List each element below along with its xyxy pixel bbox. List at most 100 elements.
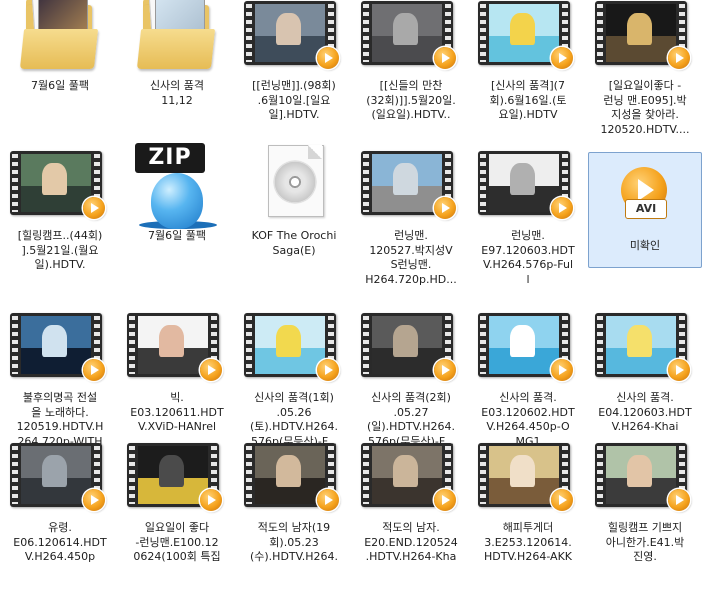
file-item[interactable]: 적도의 남자. E20.END.120524 .HDTV.H264-Kha xyxy=(354,432,468,592)
play-badge-icon xyxy=(434,489,456,511)
thumbnail-image xyxy=(255,4,325,62)
file-item[interactable]: [일요일이좋다 - 런닝 맨.E095].박 지성을 찾아라. 120520.H… xyxy=(588,0,702,150)
thumbnail-image xyxy=(489,316,559,374)
film-perforation xyxy=(12,316,18,374)
thumbnail-figure xyxy=(510,324,535,357)
file-item[interactable]: [신사의 품격](7 회).6월16일.(토 요일).HDTV xyxy=(471,0,585,150)
thumbnail-image xyxy=(606,446,676,504)
film-perforation xyxy=(363,316,369,374)
file-item[interactable]: AVI 미확인 xyxy=(588,152,702,268)
thumbnail-image xyxy=(21,316,91,374)
play-badge-icon xyxy=(668,47,690,69)
thumbnail-image xyxy=(372,154,442,212)
file-item[interactable]: [힐링캠프..(44회) ].5월21일.(월요 일).HDTV. xyxy=(3,140,117,300)
file-name: [힐링캠프..(44회) ].5월21일.(월요 일).HDTV. xyxy=(17,229,103,271)
file-name: 빅. E03.120611.HDT V.XViD-HANrel xyxy=(130,391,224,433)
file-item[interactable]: 일요일이 좋다 -런닝맨.E100.12 0624(100회 특집 xyxy=(120,432,234,592)
film-perforation xyxy=(363,154,369,212)
video-file-icon xyxy=(472,0,586,81)
thumbnail-figure xyxy=(42,162,67,195)
video-file-icon xyxy=(238,0,352,81)
file-item[interactable]: 해피투게더 3.E253.120614. HDTV.H264-AKK xyxy=(471,432,585,592)
file-item[interactable]: KOF The Orochi Saga(E) xyxy=(237,140,351,300)
video-file-icon xyxy=(589,0,703,81)
thumbnail-image xyxy=(606,4,676,62)
thumbnail-figure xyxy=(627,324,652,357)
file-item[interactable]: 런닝맨. 120527.박지성V S런닝맨. H264.720p.HD... xyxy=(354,140,468,300)
folder-front xyxy=(19,29,99,69)
thumbnail-image xyxy=(489,4,559,62)
play-badge-icon xyxy=(317,489,339,511)
zip-sign: ZIP xyxy=(135,143,205,173)
file-name: 런닝맨. E97.120603.HDT V.H264.576p-Ful l xyxy=(481,229,575,286)
thumbnail-figure xyxy=(276,12,301,45)
film-perforation xyxy=(129,446,135,504)
thumbnail-figure xyxy=(627,12,652,45)
file-name: [[런닝맨]].(98회) .6월10일.[일요 일].HDTV. xyxy=(252,79,336,121)
play-badge-icon xyxy=(434,47,456,69)
file-item[interactable]: ZIP 7월6일 풀팩 xyxy=(120,140,234,300)
avi-file-icon: AVI xyxy=(589,145,703,235)
thumbnail-image xyxy=(372,4,442,62)
file-name: 해피투게더 3.E253.120614. HDTV.H264-AKK xyxy=(483,521,572,563)
video-file-icon xyxy=(121,303,235,393)
film-perforation xyxy=(480,154,486,212)
film-perforation xyxy=(12,154,18,212)
folder-icon xyxy=(121,0,235,81)
video-file-icon xyxy=(589,303,703,393)
thumbnail-figure xyxy=(393,324,418,357)
file-item[interactable]: [[런닝맨]].(98회) .6월10일.[일요 일].HDTV. xyxy=(237,0,351,150)
file-name: [[신들의 만찬 (32회)]].5월20일. (일요일).HDTV.. xyxy=(366,79,456,121)
film-perforation xyxy=(12,446,18,504)
document-fold xyxy=(308,145,322,159)
thumbnail-image xyxy=(138,316,208,374)
play-badge-icon xyxy=(83,197,105,219)
thumbnail-figure xyxy=(42,324,67,357)
thumbnail-figure xyxy=(159,454,184,487)
thumbnail-figure xyxy=(510,162,535,195)
thumbnail-image xyxy=(489,446,559,504)
thumbnail-figure xyxy=(510,454,535,487)
play-badge-icon xyxy=(317,47,339,69)
play-badge-icon xyxy=(200,359,222,381)
file-name: 7월6일 풀팩 xyxy=(148,229,206,242)
file-item[interactable]: 힐링캠프 기쁘지 아니한가.E41.박 진영. xyxy=(588,432,702,592)
file-item[interactable]: 유령. E06.120614.HDT V.H264.450p xyxy=(3,432,117,592)
file-name: [신사의 품격](7 회).6월16일.(토 요일).HDTV xyxy=(489,79,567,121)
file-name: 7월6일 풀팩 xyxy=(31,79,89,92)
video-file-icon xyxy=(121,433,235,523)
file-item[interactable]: [[신들의 만찬 (32회)]].5월20일. (일요일).HDTV.. xyxy=(354,0,468,150)
thumbnail-image xyxy=(255,446,325,504)
file-item[interactable]: 런닝맨. E97.120603.HDT V.H264.576p-Ful l xyxy=(471,140,585,300)
film-perforation xyxy=(480,316,486,374)
thumbnail-image xyxy=(21,154,91,212)
thumbnail-figure xyxy=(393,162,418,195)
video-file-icon xyxy=(238,433,352,523)
thumbnail-image xyxy=(489,154,559,212)
thumbnail-image xyxy=(255,316,325,374)
video-file-icon xyxy=(472,303,586,393)
thumbnail-figure xyxy=(276,324,301,357)
thumbnail-figure xyxy=(159,324,184,357)
play-badge-icon xyxy=(668,359,690,381)
thumbnail-image xyxy=(21,446,91,504)
film-perforation xyxy=(597,446,603,504)
video-file-icon xyxy=(4,433,118,523)
file-item[interactable]: 7월6일 풀팩 xyxy=(3,0,117,150)
file-item[interactable]: 신사의 품격 11,12 xyxy=(120,0,234,150)
film-perforation xyxy=(480,4,486,62)
video-file-icon xyxy=(238,303,352,393)
file-item[interactable]: 적도의 남자(19 회).05.23 (수).HDTV.H264. xyxy=(237,432,351,592)
film-perforation xyxy=(363,4,369,62)
film-perforation xyxy=(246,316,252,374)
film-perforation xyxy=(597,4,603,62)
file-name: 일요일이 좋다 -런닝맨.E100.12 0624(100회 특집 xyxy=(133,521,221,563)
thumbnail-image xyxy=(372,316,442,374)
play-badge-icon xyxy=(83,489,105,511)
thumbnail-figure xyxy=(510,12,535,45)
film-perforation xyxy=(129,316,135,374)
thumbnail-figure xyxy=(627,454,652,487)
video-file-icon xyxy=(4,303,118,393)
thumbnail-image xyxy=(138,446,208,504)
zip-archive-icon: ZIP xyxy=(121,141,235,231)
